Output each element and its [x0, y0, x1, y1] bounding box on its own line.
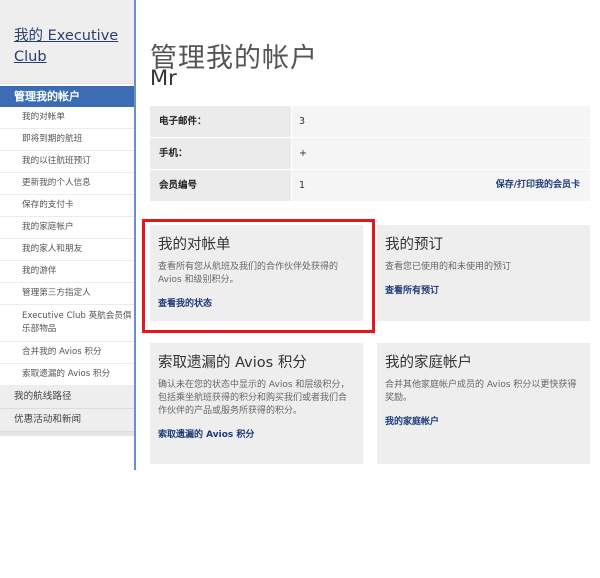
sidebar-item-travel-companions[interactable]: 我的游伴: [0, 261, 135, 283]
member-number-cell: 1 保存/打印我的会员卡: [292, 170, 590, 201]
sidebar-item-upcoming-flights[interactable]: 即将到期的航班: [0, 129, 135, 151]
sidebar: 我的 Executive Club 管理我的帐户 我的对帐单 即将到期的航班 我…: [0, 0, 135, 578]
mobile-label: 手机：: [150, 138, 291, 169]
sidebar-item-household[interactable]: 我的家庭帐户: [0, 217, 135, 239]
card-household-desc: 合并其他家庭帐户成员的 Avios 积分以更快获得奖励。: [385, 380, 577, 403]
info-row-email: 电子邮件： 3: [150, 106, 590, 138]
vertical-divider: [134, 0, 136, 470]
sidebar-item-saved-cards[interactable]: 保存的支付卡: [0, 195, 135, 217]
sidebar-item-third-party[interactable]: 管理第三方指定人: [0, 283, 135, 305]
sidebar-item-combine-avios[interactable]: 合并我的 Avios 积分: [0, 342, 135, 364]
sidebar-item-claim-missing-avios[interactable]: 索取遗漏的 Avios 积分: [0, 364, 135, 386]
mobile-value: +: [292, 138, 590, 169]
member-name: Mr: [150, 66, 177, 90]
card-claim-avios: 索取遗漏的 Avios 积分 确认未在您的状态中显示的 Avios 和层级积分，…: [150, 343, 363, 464]
card-claim-avios-desc: 确认未在您的状态中显示的 Avios 和层级积分，包括乘坐航班获得的积分和购买我…: [158, 380, 350, 416]
sidebar-section-offers-news[interactable]: 优惠活动和新闻: [0, 409, 135, 432]
claim-missing-avios-link[interactable]: 索取遗漏的 Avios 积分: [158, 427, 355, 440]
sidebar-item-club-merchandise[interactable]: Executive Club 英航会员俱乐部物品: [0, 305, 135, 342]
sidebar-header: 我的 Executive Club: [0, 0, 135, 84]
card-bookings: 我的预订 查看您已使用的和未使用的预订 查看所有预订: [377, 225, 590, 321]
card-claim-avios-title: 索取遗漏的 Avios 积分: [158, 355, 307, 371]
sidebar-title-link[interactable]: 我的 Executive Club: [14, 26, 135, 68]
sidebar-item-family-friends[interactable]: 我的家人和朋友: [0, 239, 135, 261]
info-row-member-number: 会员编号 1 保存/打印我的会员卡: [150, 170, 590, 202]
household-account-link[interactable]: 我的家庭帐户: [385, 414, 582, 427]
card-household-title: 我的家庭帐户: [385, 355, 472, 371]
account-info-table: 电子邮件： 3 手机： + 会员编号 1 保存/打印我的会员卡: [150, 106, 590, 202]
info-row-mobile: 手机： +: [150, 138, 590, 170]
member-number-label: 会员编号: [150, 170, 291, 201]
sidebar-item-past-bookings[interactable]: 我的以往航班预订: [0, 151, 135, 173]
highlight-box: [142, 219, 375, 333]
view-all-bookings-link[interactable]: 查看所有预订: [385, 283, 582, 296]
card-bookings-desc: 查看您已使用的和未使用的预订: [385, 262, 512, 272]
sidebar-bottom-bar: [0, 432, 135, 436]
member-number-value: 1: [299, 180, 306, 191]
email-value: 3: [292, 106, 590, 137]
email-label: 电子邮件：: [150, 106, 291, 137]
sidebar-item-update-profile[interactable]: 更新我的个人信息: [0, 173, 135, 195]
save-print-card-link[interactable]: 保存/打印我的会员卡: [496, 170, 580, 201]
sidebar-section-route-map[interactable]: 我的航线路径: [0, 386, 135, 409]
card-household: 我的家庭帐户 合并其他家庭帐户成员的 Avios 积分以更快获得奖励。 我的家庭…: [377, 343, 590, 464]
sidebar-item-statement[interactable]: 我的对帐单: [0, 107, 135, 129]
card-bookings-title: 我的预订: [385, 237, 443, 253]
sidebar-item-manage-account[interactable]: 管理我的帐户: [0, 86, 135, 107]
